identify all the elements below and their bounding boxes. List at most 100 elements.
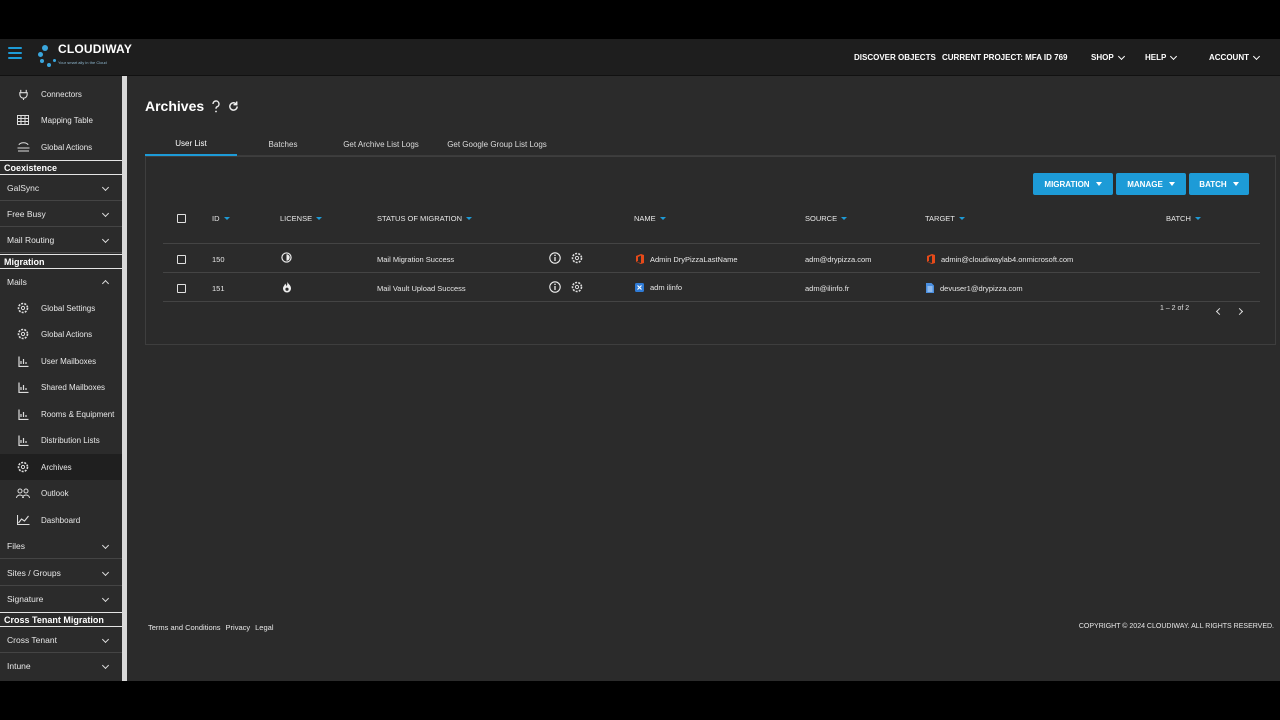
menu-icon[interactable]	[8, 47, 22, 61]
section-coexistence: Coexistence	[0, 160, 122, 175]
chart-icon	[16, 514, 30, 526]
sidebar-group-free-busy[interactable]: Free Busy	[0, 201, 122, 227]
sidebar-group-intune[interactable]: Intune	[0, 653, 122, 679]
logo[interactable]: CLOUDIWAY Your smart ally in the Cloud	[38, 42, 132, 70]
sidebar-item-dashboard[interactable]: Dashboard	[0, 507, 122, 533]
current-project-link[interactable]: CURRENT PROJECT: MFA ID 769	[942, 39, 1068, 76]
tab-batches[interactable]: Batches	[237, 132, 329, 156]
mailbox-icon	[16, 355, 30, 367]
sidebar-item-connectors[interactable]: Connectors	[0, 81, 122, 107]
row-checkbox[interactable]	[177, 284, 186, 293]
tab-get-archive-list-logs[interactable]: Get Archive List Logs	[329, 132, 433, 156]
global-actions-icon	[16, 141, 30, 153]
tab-user-list[interactable]: User List	[145, 132, 237, 156]
row-status: Mail Migration Success	[377, 255, 455, 264]
license-half-icon	[281, 252, 292, 263]
column-header-batch[interactable]: BATCH	[1166, 214, 1201, 223]
sidebar-group-files[interactable]: Files	[0, 533, 122, 559]
sidebar-group-sites-groups[interactable]: Sites / Groups	[0, 560, 122, 586]
plug-icon	[16, 88, 30, 100]
select-all-checkbox[interactable]	[177, 214, 186, 223]
row-target-cell: devuser1@drypizza.com	[926, 283, 1023, 293]
discover-objects-link[interactable]: DISCOVER OBJECTS	[854, 39, 936, 76]
row-source: adm@drypizza.com	[805, 255, 872, 264]
column-header-name[interactable]: NAME	[634, 214, 666, 223]
sort-icon	[1194, 217, 1201, 220]
chevron-down-icon	[101, 568, 110, 577]
logo-name: CLOUDIWAY	[58, 42, 133, 56]
sidebar-group-mails[interactable]: Mails	[0, 269, 122, 295]
chevron-up-icon	[101, 279, 110, 288]
chevron-down-icon	[101, 635, 110, 644]
sidebar-group-galsync[interactable]: GalSync	[0, 175, 122, 201]
gear-icon[interactable]	[571, 281, 583, 293]
tab-bar: User List Batches Get Archive List Logs …	[145, 132, 1276, 156]
row-source: adm@ilinfo.fr	[805, 284, 850, 293]
row-divider	[163, 301, 1260, 302]
sidebar-item-shared-mailboxes[interactable]: Shared Mailboxes	[0, 374, 122, 400]
privacy-link[interactable]: Privacy	[226, 623, 251, 632]
legal-link[interactable]: Legal	[255, 623, 273, 632]
refresh-icon[interactable]	[228, 100, 239, 112]
column-header-status[interactable]: STATUS OF MIGRATION	[377, 214, 472, 223]
migration-button[interactable]: MIGRATION	[1033, 173, 1113, 195]
sidebar-group-signature[interactable]: Signature	[0, 586, 122, 612]
table-icon	[16, 114, 30, 126]
row-divider	[163, 272, 1260, 273]
row-checkbox[interactable]	[177, 255, 186, 264]
sidebar-item-global-actions-top[interactable]: Global Actions	[0, 134, 122, 160]
gear-icon[interactable]	[571, 252, 583, 264]
help-menu[interactable]: HELP	[1145, 39, 1178, 76]
sidebar-group-mail-routing[interactable]: Mail Routing	[0, 227, 122, 253]
chevron-down-icon	[101, 183, 110, 192]
document-icon	[926, 283, 934, 293]
sidebar-item-global-settings[interactable]: Global Settings	[0, 295, 122, 321]
chevron-down-icon	[1252, 52, 1261, 60]
sort-icon	[316, 217, 323, 220]
mailbox-icon	[16, 434, 30, 446]
next-page-icon[interactable]	[1235, 307, 1244, 316]
section-cross-tenant-migration: Cross Tenant Migration	[0, 612, 122, 627]
people-icon	[16, 487, 30, 499]
terms-link[interactable]: Terms and Conditions	[148, 623, 221, 632]
info-icon[interactable]	[549, 252, 561, 264]
sidebar-item-archives[interactable]: Archives	[0, 454, 122, 480]
shop-menu[interactable]: SHOP	[1091, 39, 1125, 76]
flame-icon	[282, 281, 292, 293]
previous-page-icon[interactable]	[1215, 307, 1224, 316]
chevron-down-icon	[101, 235, 110, 244]
sidebar-item-distribution-lists[interactable]: Distribution Lists	[0, 427, 122, 453]
sidebar-item-user-mailboxes[interactable]: User Mailboxes	[0, 348, 122, 374]
column-header-id[interactable]: ID	[212, 214, 230, 223]
column-header-license[interactable]: LICENSE	[280, 214, 323, 223]
sidebar-item-global-actions[interactable]: Global Actions	[0, 321, 122, 347]
sidebar-group-cross-tenant[interactable]: Cross Tenant	[0, 627, 122, 653]
sidebar-item-mapping-table[interactable]: Mapping Table	[0, 107, 122, 133]
copyright: COPYRIGHT © 2024 CLOUDIWAY. ALL RIGHTS R…	[1078, 623, 1274, 630]
column-header-source[interactable]: SOURCE	[805, 214, 848, 223]
sidebar-item-rooms-equipment[interactable]: Rooms & Equipment	[0, 401, 122, 427]
mailbox-icon	[16, 408, 30, 420]
footer-links: Terms and Conditions Privacy Legal	[148, 623, 274, 632]
sort-icon	[841, 217, 848, 220]
info-icon[interactable]	[549, 281, 561, 293]
account-menu[interactable]: ACCOUNT	[1209, 39, 1261, 76]
main-content: Archives User List Batches Get Archive L…	[130, 76, 1280, 681]
batch-button[interactable]: BATCH	[1189, 173, 1249, 195]
help-icon[interactable]	[211, 99, 221, 113]
user-list-card: MIGRATION MANAGE BATCH ID LICENSE STATUS…	[145, 156, 1276, 345]
sidebar-scrollbar[interactable]	[122, 76, 127, 681]
column-header-target[interactable]: TARGET	[925, 214, 965, 223]
sidebar-item-outlook[interactable]: Outlook	[0, 480, 122, 506]
sidebar: Connectors Mapping Table Global Actions …	[0, 76, 122, 681]
sort-icon	[466, 217, 472, 220]
section-migration: Migration	[0, 254, 122, 269]
exchange-icon	[635, 283, 644, 292]
caret-down-icon	[1232, 182, 1239, 186]
chevron-down-icon	[101, 209, 110, 218]
pagination-range: 1 – 2 of 2	[1160, 305, 1190, 312]
tab-get-google-group-list-logs[interactable]: Get Google Group List Logs	[433, 132, 561, 156]
row-id: 151	[212, 284, 225, 293]
chevron-down-icon	[101, 661, 110, 670]
manage-button[interactable]: MANAGE	[1116, 173, 1186, 195]
